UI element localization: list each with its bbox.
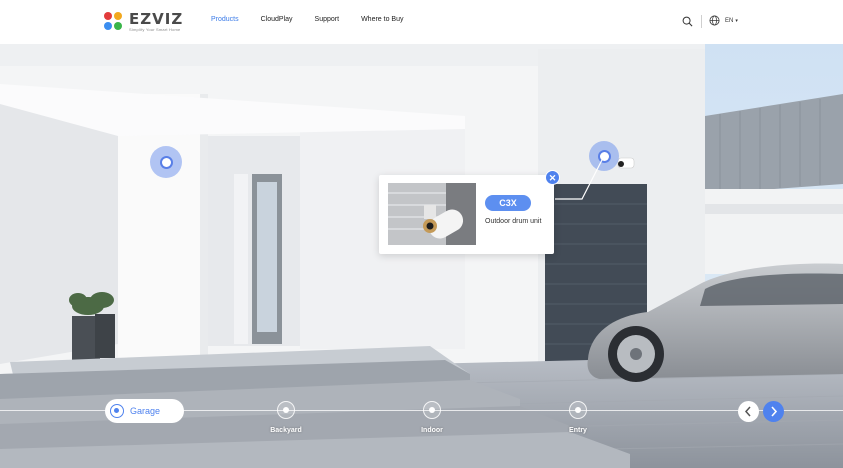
hotspot-c3x[interactable]	[589, 141, 619, 171]
timeline-label: Garage	[130, 406, 161, 416]
product-description: Outdoor drum unit	[485, 218, 542, 225]
hotspot-porch[interactable]	[150, 146, 182, 178]
nav-item-cloudplay[interactable]: CloudPlay	[261, 16, 293, 23]
header-divider	[701, 15, 702, 28]
timeline-node	[277, 401, 295, 419]
timeline-node	[423, 401, 441, 419]
chevron-left-icon	[744, 406, 751, 417]
nav-item-products[interactable]: Products	[211, 16, 239, 23]
globe-icon	[709, 15, 720, 26]
logo-mark-icon	[104, 12, 124, 32]
logo-wordmark: EZVIZ	[129, 10, 184, 28]
product-tag[interactable]: C3X	[485, 195, 531, 211]
timeline-item-entry[interactable]: Entry	[548, 401, 608, 441]
timeline-label: Entry	[569, 427, 587, 434]
product-thumbnail[interactable]	[388, 183, 476, 245]
timeline-item-garage[interactable]: Garage	[105, 399, 184, 423]
next-scene-button[interactable]	[763, 401, 784, 422]
ezviz-logo[interactable]: EZVIZ Simplify Your Smart Home	[104, 11, 183, 33]
site-header: EZVIZ Simplify Your Smart Home Products …	[0, 0, 843, 44]
chevron-down-icon: ▾	[735, 17, 738, 24]
product-popup: C3X Outdoor drum unit	[379, 175, 554, 254]
logo-tagline: Simplify Your Smart Home	[129, 27, 181, 32]
timeline-item-backyard[interactable]: Backyard	[256, 401, 316, 441]
nav-item-where-to-buy[interactable]: Where to Buy	[361, 16, 403, 23]
scene-garage: C3X Outdoor drum unit ✕ Garage Backyard …	[0, 44, 843, 468]
language-selector[interactable]: EN ▾	[709, 15, 738, 26]
timeline-node	[569, 401, 587, 419]
main-nav: Products CloudPlay Support Where to Buy	[211, 16, 426, 23]
search-icon[interactable]	[682, 16, 693, 27]
active-marker-icon	[110, 404, 124, 418]
timeline-item-indoor[interactable]: Indoor	[402, 401, 462, 441]
language-label: EN	[725, 17, 734, 24]
nav-item-support[interactable]: Support	[315, 16, 340, 23]
previous-scene-button[interactable]	[738, 401, 759, 422]
close-icon[interactable]: ✕	[545, 170, 560, 185]
timeline-label: Backyard	[270, 427, 302, 434]
chevron-right-icon	[771, 406, 778, 417]
timeline-label: Indoor	[421, 427, 443, 434]
